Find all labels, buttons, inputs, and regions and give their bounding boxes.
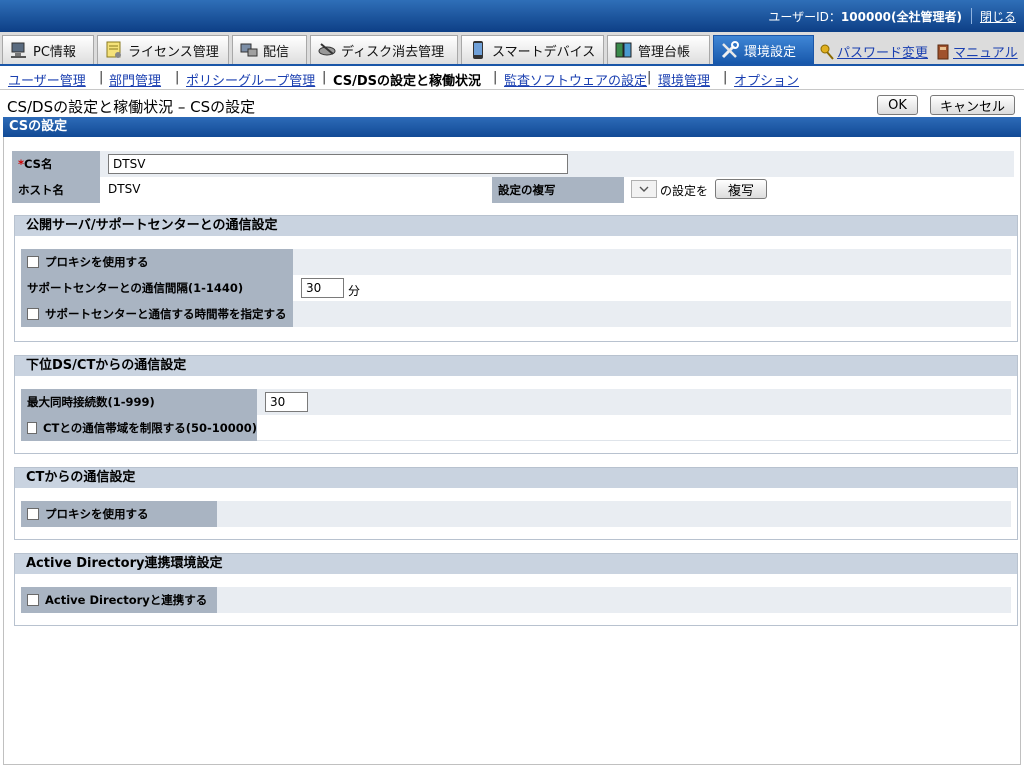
max-conn-label: 最大同時接続数(1-999) <box>21 389 257 415</box>
host-name-value-cell <box>100 177 492 203</box>
user-id-value: 100000(全社管理者) <box>840 10 962 24</box>
copy-settings-label: 設定の複写 <box>492 177 624 203</box>
tab-label: ディスク消去管理 <box>341 44 445 60</box>
ct-use-proxy-checkbox[interactable] <box>27 508 39 520</box>
bandwidth-checkbox[interactable] <box>27 422 38 434</box>
ad-link-label: Active Directoryと連携する <box>45 593 208 607</box>
ct-use-proxy-cell[interactable]: プロキシを使用する <box>21 501 217 527</box>
divider: | <box>175 70 180 85</box>
max-conn-input[interactable]: 30 <box>265 392 308 412</box>
pc-icon <box>9 40 29 60</box>
bandwidth-label: CTとの通信帯域を制限する(50-10000) <box>43 421 257 435</box>
manual-label: マニュアル <box>953 46 1018 61</box>
bandwidth-cell[interactable]: CTとの通信帯域を制限する(50-10000) <box>21 415 257 441</box>
bandwidth-value-cell <box>257 415 1011 441</box>
cancel-button[interactable]: キャンセル <box>930 95 1015 115</box>
book-icon <box>936 44 950 60</box>
ct-group: CTからの通信設定 プロキシを使用する <box>14 467 1018 540</box>
host-name-label: ホスト名 <box>12 177 100 203</box>
sub-navigation: ユーザー管理 | 部門管理 | ポリシーグループ管理 | CS/DSの設定と稼働… <box>0 66 1024 90</box>
group-title: 公開サーバ/サポートセンターとの通信設定 <box>15 216 1017 236</box>
time-band-checkbox[interactable] <box>27 308 39 320</box>
license-icon <box>104 40 124 60</box>
active-directory-group: Active Directory連携環境設定 Active Directoryと… <box>14 553 1018 626</box>
divider: | <box>322 70 327 85</box>
tab-settings[interactable]: 環境設定 <box>713 35 814 64</box>
subnav-policy-group[interactable]: ポリシーグループ管理 <box>186 70 315 89</box>
copy-settings-suffix: の設定を <box>660 184 709 198</box>
divider: | <box>723 70 728 85</box>
tab-smart-device[interactable]: スマートデバイス <box>461 35 604 64</box>
ledger-icon <box>614 40 634 60</box>
interval-input[interactable]: 30 <box>301 278 344 298</box>
subnav-audit-software[interactable]: 監査ソフトウェアの設定 <box>504 70 647 89</box>
page-title: CS/DSの設定と稼働状況 – CSの設定 <box>7 98 256 116</box>
tab-label: 管理台帳 <box>638 44 691 60</box>
tab-disk-erase[interactable]: ディスク消去管理 <box>310 35 458 64</box>
subnav-options[interactable]: オプション <box>734 70 799 89</box>
tab-label: PC情報 <box>33 44 76 60</box>
tab-ledger[interactable]: 管理台帳 <box>607 35 710 64</box>
use-proxy-label: プロキシを使用する <box>45 255 149 269</box>
time-band-cell[interactable]: サポートセンターと通信する時間帯を指定する <box>21 301 293 327</box>
cs-name-input[interactable]: DTSV <box>108 154 568 174</box>
subnav-environment[interactable]: 環境管理 <box>658 70 710 89</box>
divider <box>971 8 972 24</box>
cs-name-label-text: CS名 <box>24 157 53 171</box>
ct-use-proxy-label: プロキシを使用する <box>45 507 149 521</box>
tab-label: スマートデバイス <box>492 44 596 60</box>
cs-name-label: * CS名 <box>12 151 100 177</box>
distribution-icon <box>239 40 259 60</box>
ok-button[interactable]: OK <box>877 95 918 115</box>
user-id-label: ユーザーID： <box>768 10 841 24</box>
disk-erase-icon <box>317 40 337 60</box>
chevron-down-icon <box>639 182 649 196</box>
divider: | <box>99 70 104 85</box>
subnav-cs-ds-settings: CS/DSの設定と稼働状況 <box>333 74 482 89</box>
tab-pc-info[interactable]: PC情報 <box>2 35 94 64</box>
interval-unit: 分 <box>348 284 361 298</box>
ad-link-cell[interactable]: Active Directoryと連携する <box>21 587 217 613</box>
user-info: ユーザーID：100000(全社管理者) <box>768 8 962 25</box>
divider: | <box>647 70 652 85</box>
subnav-department[interactable]: 部門管理 <box>109 70 161 89</box>
tab-label: ライセンス管理 <box>128 44 219 60</box>
key-icon <box>820 44 834 60</box>
main-tab-bar: PC情報 ライセンス管理 配信 ディスク消去管理 スマートデバイス 管理台帳 環… <box>0 32 1024 66</box>
time-band-label: サポートセンターと通信する時間帯を指定する <box>45 307 287 321</box>
support-center-group: 公開サーバ/サポートセンターとの通信設定 プロキシを使用する サポートセンターと… <box>14 215 1018 342</box>
group-title: CTからの通信設定 <box>15 468 1017 488</box>
copy-button[interactable]: 複写 <box>715 179 767 199</box>
copy-source-select[interactable] <box>631 180 657 198</box>
settings-panel: * CS名 DTSV ホスト名 DTSV 設定の複写 の設定を 複写 公開サーバ/… <box>3 137 1021 765</box>
divider: | <box>493 70 498 85</box>
ds-ct-group: 下位DS/CTからの通信設定 最大同時接続数(1-999) 30 CTとの通信帯… <box>14 355 1018 454</box>
tools-icon <box>720 40 740 60</box>
manual-link[interactable]: マニュアル <box>936 42 1018 61</box>
tab-distribution[interactable]: 配信 <box>232 35 307 64</box>
subnav-user-management[interactable]: ユーザー管理 <box>8 70 86 89</box>
smart-device-icon <box>468 40 488 60</box>
use-proxy-checkbox[interactable] <box>27 256 39 268</box>
tab-label: 環境設定 <box>744 44 797 60</box>
use-proxy-cell[interactable]: プロキシを使用する <box>21 249 293 275</box>
top-bar: ユーザーID：100000(全社管理者) 閉じる <box>0 0 1024 32</box>
group-title: Active Directory連携環境設定 <box>15 554 1017 574</box>
group-title: 下位DS/CTからの通信設定 <box>15 356 1017 376</box>
interval-label: サポートセンターとの通信間隔(1-1440) <box>21 275 293 301</box>
tab-label: 配信 <box>263 44 290 60</box>
section-header: CSの設定 <box>3 117 1021 137</box>
interval-value-cell <box>293 275 1011 301</box>
host-name-value: DTSV <box>108 182 141 196</box>
close-link[interactable]: 閉じる <box>980 8 1016 25</box>
password-change-label: パスワード変更 <box>837 46 929 61</box>
tab-license[interactable]: ライセンス管理 <box>97 35 229 64</box>
password-change-link[interactable]: パスワード変更 <box>820 42 928 61</box>
ad-link-checkbox[interactable] <box>27 594 39 606</box>
